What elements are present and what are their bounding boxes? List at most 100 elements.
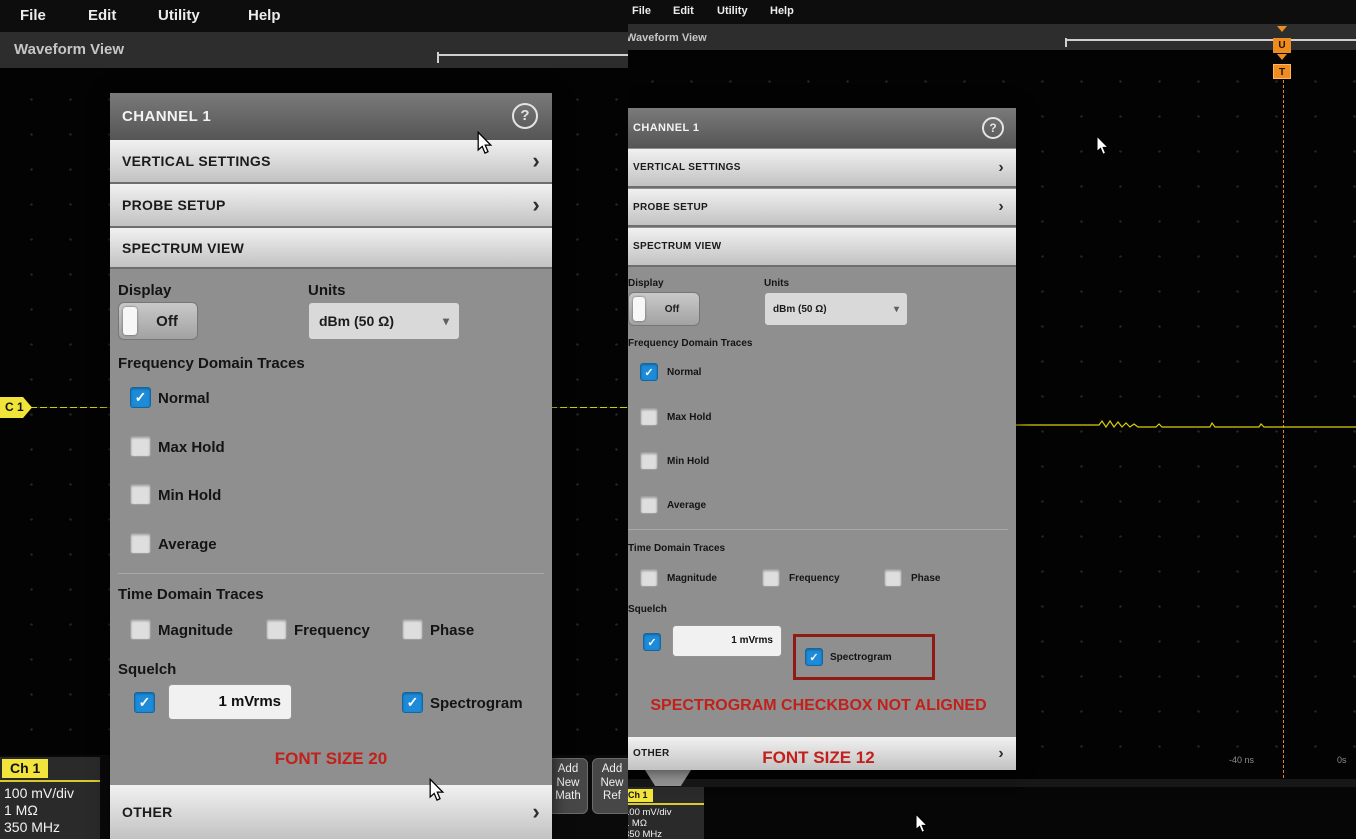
menu-utility[interactable]: Utility: [158, 7, 200, 24]
section-other[interactable]: OTHER ›: [110, 785, 552, 839]
units-value: dBm (50 Ω): [319, 313, 394, 329]
normal-label: Normal: [158, 390, 210, 407]
section-label: VERTICAL SETTINGS: [633, 162, 741, 173]
menu-edit[interactable]: Edit: [673, 5, 694, 17]
units-dropdown[interactable]: dBm (50 Ω) ▾: [308, 302, 460, 340]
horizontal-scale-line[interactable]: [437, 54, 628, 63]
menu-file[interactable]: File: [20, 7, 46, 24]
channel-badge[interactable]: Ch 1: [2, 759, 48, 778]
section-spectrum-view[interactable]: SPECTRUM VIEW: [621, 228, 1016, 267]
menu-help[interactable]: Help: [248, 7, 281, 24]
chevron-right-icon: ›: [998, 198, 1004, 216]
time-traces-label: Time Domain Traces: [628, 543, 725, 554]
channel-info-right[interactable]: Ch 1 100 mV/div 1 MΩ 350 MHz: [621, 787, 704, 839]
section-label: SPECTRUM VIEW: [633, 241, 721, 252]
section-spectrum-view[interactable]: SPECTRUM VIEW: [110, 228, 552, 269]
check-icon: ✓: [135, 389, 147, 406]
trigger-marker-t[interactable]: T: [1273, 64, 1291, 79]
min-hold-checkbox[interactable]: [640, 452, 658, 470]
normal-checkbox[interactable]: ✓: [640, 363, 658, 381]
freq-traces-label: Frequency Domain Traces: [118, 355, 305, 372]
divider: [118, 573, 544, 574]
average-label: Average: [667, 500, 706, 511]
divider: [628, 529, 1008, 530]
bottom-divider-right: [621, 779, 1356, 787]
spectrogram-checkbox[interactable]: ✓: [402, 692, 423, 713]
mouse-cursor-icon: [476, 131, 493, 155]
section-label: PROBE SETUP: [122, 197, 226, 213]
channel-impedance: 1 MΩ: [4, 802, 38, 818]
display-toggle[interactable]: Off: [628, 292, 700, 326]
misaligned-annotation: SPECTROGRAM CHECKBOX NOT ALIGNED: [621, 697, 1016, 715]
caret-down-icon: ▾: [894, 304, 899, 315]
units-label: Units: [764, 278, 789, 289]
min-hold-checkbox[interactable]: [130, 484, 151, 505]
phase-checkbox[interactable]: [884, 569, 902, 587]
channel-bandwidth: 350 MHz: [624, 829, 662, 839]
help-icon[interactable]: ?: [512, 103, 538, 129]
horizontal-scale-line[interactable]: [1065, 39, 1356, 47]
add-new-ref-button[interactable]: Add New Ref: [592, 758, 628, 814]
squelch-value-field[interactable]: 1 mVrms: [168, 684, 292, 720]
freq-traces-label: Frequency Domain Traces: [628, 338, 753, 349]
phase-label: Phase: [911, 573, 940, 584]
spectrum-view-body: Display Off Units dBm (50 Ω) ▾ Frequency…: [110, 269, 552, 785]
font-size-annotation-left: FONT SIZE 20: [110, 749, 552, 769]
check-icon: ✓: [644, 366, 653, 379]
display-toggle-value: Off: [137, 313, 197, 330]
menu-edit[interactable]: Edit: [88, 7, 116, 24]
chevron-right-icon: ›: [532, 799, 540, 825]
section-label: OTHER: [122, 804, 173, 820]
average-checkbox[interactable]: [130, 533, 151, 554]
section-label: VERTICAL SETTINGS: [122, 153, 271, 169]
panel-header: CHANNEL 1: [621, 108, 1016, 148]
display-toggle[interactable]: Off: [118, 302, 198, 340]
channel-info-left[interactable]: Ch 1 100 mV/div 1 MΩ 350 MHz: [0, 757, 100, 839]
min-hold-label: Min Hold: [158, 487, 221, 504]
max-hold-label: Max Hold: [667, 412, 711, 423]
magnitude-checkbox[interactable]: [640, 569, 658, 587]
average-label: Average: [158, 536, 217, 553]
section-probe-setup[interactable]: PROBE SETUP ›: [621, 189, 1016, 227]
normal-checkbox[interactable]: ✓: [130, 387, 151, 408]
frequency-checkbox[interactable]: [762, 569, 780, 587]
units-dropdown[interactable]: dBm (50 Ω) ▾: [764, 292, 908, 326]
menu-file[interactable]: File: [632, 5, 651, 17]
add-new-math-button[interactable]: Add New Math: [548, 758, 588, 814]
waveform-view-tab[interactable]: Waveform View: [626, 32, 707, 44]
waveform-view-tab[interactable]: Waveform View: [14, 41, 124, 58]
display-toggle-value: Off: [645, 304, 699, 315]
max-hold-checkbox[interactable]: [130, 436, 151, 457]
view-header-left: Waveform View: [0, 32, 628, 68]
max-hold-checkbox[interactable]: [640, 408, 658, 426]
squelch-checkbox[interactable]: ✓: [134, 692, 155, 713]
channel-scale: 100 mV/div: [4, 785, 74, 801]
frequency-label: Frequency: [294, 622, 370, 639]
frequency-checkbox[interactable]: [266, 619, 287, 640]
magnitude-label: Magnitude: [667, 573, 717, 584]
squelch-label: Squelch: [118, 661, 176, 678]
display-label: Display: [118, 282, 171, 299]
help-icon[interactable]: ?: [982, 117, 1004, 139]
phase-checkbox[interactable]: [402, 619, 423, 640]
spectrogram-checkbox[interactable]: ✓: [805, 648, 823, 666]
section-label: PROBE SETUP: [633, 202, 708, 213]
section-label: SPECTRUM VIEW: [122, 240, 244, 256]
magnitude-checkbox[interactable]: [130, 619, 151, 640]
menu-help[interactable]: Help: [770, 5, 794, 17]
squelch-value-field[interactable]: 1 mVrms: [672, 625, 782, 657]
spectrogram-label: Spectrogram: [430, 695, 523, 712]
check-icon: ✓: [407, 694, 419, 711]
section-probe-setup[interactable]: PROBE SETUP ›: [110, 184, 552, 228]
units-label: Units: [308, 282, 346, 299]
squelch-checkbox[interactable]: ✓: [643, 633, 661, 651]
channel-bandwidth: 350 MHz: [4, 819, 60, 835]
menu-bar-right: File Edit Utility Help: [621, 0, 1356, 24]
timeline-label: 0s: [1337, 755, 1347, 765]
average-checkbox[interactable]: [640, 496, 658, 514]
section-vertical-settings[interactable]: VERTICAL SETTINGS ›: [621, 149, 1016, 188]
channel1-panel-large: CHANNEL 1 ? VERTICAL SETTINGS › PROBE SE…: [110, 93, 552, 839]
trigger-marker-u[interactable]: U: [1273, 38, 1291, 53]
frequency-label: Frequency: [789, 573, 840, 584]
menu-utility[interactable]: Utility: [717, 5, 748, 17]
